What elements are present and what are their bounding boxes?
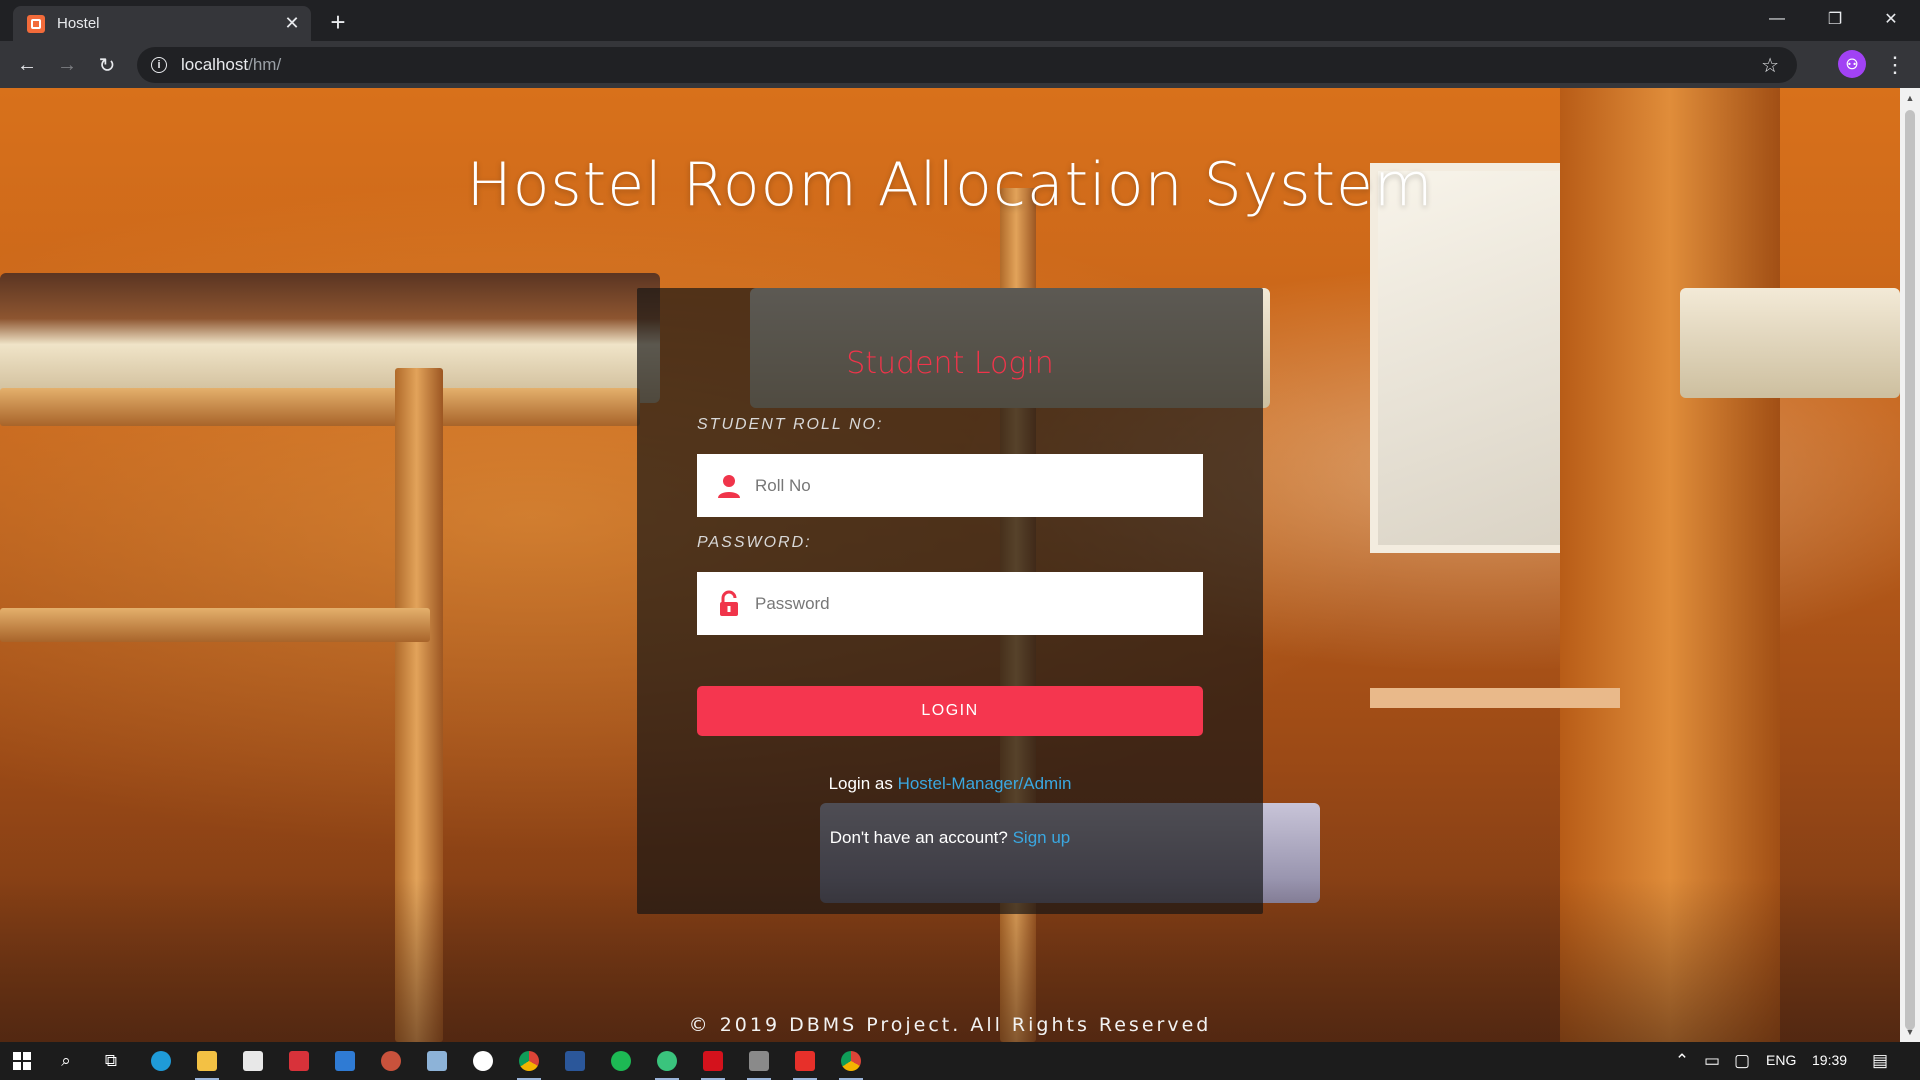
admin-login-link[interactable]: Hostel-Manager/Admin xyxy=(898,774,1072,793)
language-indicator[interactable]: ENG xyxy=(1766,1052,1796,1068)
browser-tab-strip: Hostel ✕ + — ❐ ✕ xyxy=(0,0,1920,41)
password-field[interactable] xyxy=(697,572,1203,635)
scroll-down-icon[interactable]: ▼ xyxy=(1900,1024,1920,1040)
network-icon[interactable]: ▢ xyxy=(1724,1046,1760,1076)
scroll-up-icon[interactable]: ▲ xyxy=(1900,90,1920,106)
password-label: PASSWORD: xyxy=(697,534,812,551)
user-icon xyxy=(715,472,743,500)
app-green-icon[interactable] xyxy=(649,1046,685,1080)
scroll-thumb[interactable] xyxy=(1905,110,1915,1030)
notifications-icon[interactable]: ▤ xyxy=(1862,1046,1898,1076)
reload-icon[interactable]: ↻ xyxy=(90,48,124,82)
profile-avatar-icon[interactable]: ⚇ xyxy=(1838,50,1866,78)
minimize-window-icon[interactable]: — xyxy=(1748,0,1806,38)
acrobat-icon[interactable] xyxy=(695,1046,731,1080)
browser-toolbar: ← → ↻ i localhost/hm/ ☆ ⚇ ⋮ xyxy=(0,41,1920,88)
back-icon[interactable]: ← xyxy=(10,48,44,82)
info-icon[interactable]: i xyxy=(151,57,167,73)
restore-window-icon[interactable]: ❐ xyxy=(1806,0,1864,38)
login-button[interactable]: LOGIN xyxy=(697,686,1203,736)
spotify-icon[interactable] xyxy=(603,1046,639,1076)
page-background: Hostel Room Allocation System Student Lo… xyxy=(0,88,1900,1042)
windows-start-icon[interactable] xyxy=(4,1046,40,1076)
browser-tab[interactable]: Hostel ✕ xyxy=(13,6,311,41)
page-footer: © 2019 DBMS Project. All Rights Reserved xyxy=(688,1014,1212,1036)
tab-title: Hostel xyxy=(57,15,100,32)
signup-prefix: Don't have an account? xyxy=(829,828,1008,847)
notes-app-icon[interactable] xyxy=(419,1046,455,1076)
login-card: Student Login STUDENT ROLL NO: PASSWORD:… xyxy=(637,288,1263,914)
roll-no-input[interactable] xyxy=(755,475,1175,496)
search-icon[interactable]: ⌕ xyxy=(48,1046,84,1076)
anydesk-icon[interactable] xyxy=(787,1046,823,1080)
new-tab-button[interactable]: + xyxy=(324,7,352,37)
desk-decoration xyxy=(1370,688,1620,708)
bed-rail-decoration xyxy=(0,388,640,426)
forward-icon[interactable]: → xyxy=(50,48,84,82)
audio-app-icon[interactable] xyxy=(741,1046,777,1080)
admin-login-line: Login as Hostel-Manager/Admin xyxy=(637,774,1263,794)
xampp-favicon-icon xyxy=(27,14,45,33)
page-scrollbar[interactable]: ▲ ▼ xyxy=(1900,88,1920,1042)
mail-icon[interactable] xyxy=(327,1046,363,1076)
bookmark-star-icon[interactable]: ☆ xyxy=(1761,53,1779,78)
word-icon[interactable] xyxy=(557,1046,593,1076)
close-window-icon[interactable]: ✕ xyxy=(1862,0,1920,38)
gift-app-icon[interactable] xyxy=(281,1046,317,1076)
signup-line: Don't have an account? Sign up xyxy=(637,828,1263,848)
upper-bunk-decoration xyxy=(0,273,660,403)
chrome-alt-icon[interactable] xyxy=(833,1046,869,1080)
close-tab-icon[interactable]: ✕ xyxy=(281,13,303,35)
roll-no-label: STUDENT ROLL NO: xyxy=(697,416,884,433)
xbox-icon[interactable] xyxy=(465,1046,501,1076)
file-explorer-icon[interactable] xyxy=(189,1046,225,1080)
signup-link[interactable]: Sign up xyxy=(1013,828,1071,847)
clock[interactable]: 19:39 xyxy=(1812,1052,1847,1068)
password-input[interactable] xyxy=(755,593,1175,614)
right-mattress-decoration xyxy=(1680,288,1900,398)
address-bar[interactable]: i localhost/hm/ ☆ xyxy=(137,47,1797,83)
page-title: Hostel Room Allocation System xyxy=(466,150,1434,220)
bed-rail-lower-decoration xyxy=(0,608,430,642)
windows-taskbar: ⌕ ⧉ ⌃ ▭ ▢ ENG 19:39 ▤ xyxy=(0,1042,1920,1080)
edge-icon[interactable] xyxy=(143,1046,179,1076)
browser-menu-icon[interactable]: ⋮ xyxy=(1880,48,1910,82)
store-icon[interactable] xyxy=(235,1046,271,1076)
url-text: localhost/hm/ xyxy=(181,55,282,74)
login-heading: Student Login xyxy=(846,346,1054,381)
chrome-icon[interactable] xyxy=(511,1046,547,1080)
admin-login-prefix: Login as xyxy=(828,774,893,793)
app-icon[interactable] xyxy=(373,1046,409,1076)
unlock-icon xyxy=(715,590,743,618)
roll-no-field[interactable] xyxy=(697,454,1203,517)
task-view-icon[interactable]: ⧉ xyxy=(93,1046,129,1076)
